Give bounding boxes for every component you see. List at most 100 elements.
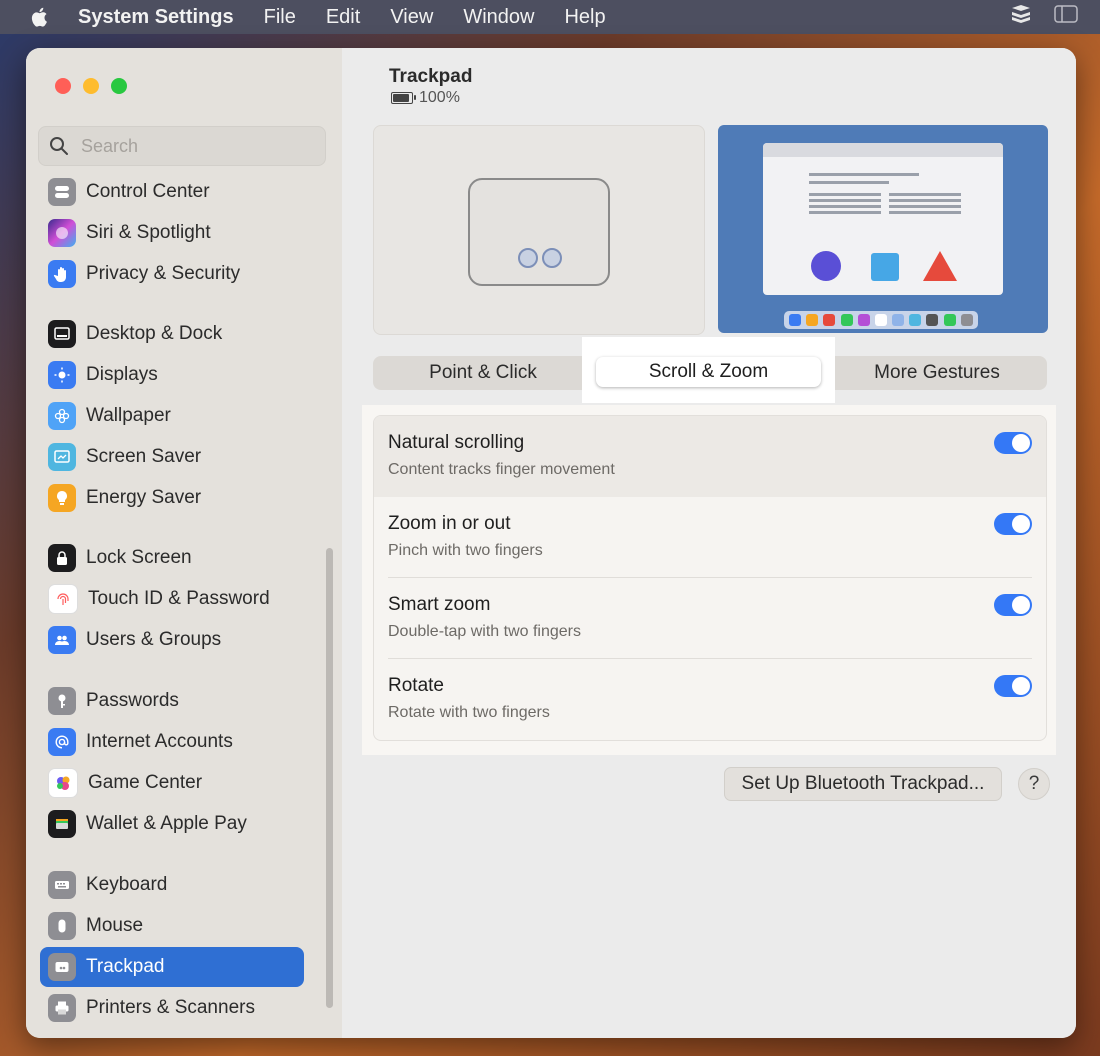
square-shape-icon bbox=[871, 253, 899, 281]
setting-title: Natural scrolling bbox=[388, 432, 525, 453]
sidebar-item-label: Wallet & Apple Pay bbox=[86, 813, 247, 834]
search-input[interactable] bbox=[79, 134, 303, 158]
users-icon bbox=[48, 626, 76, 654]
zoom-toggle[interactable] bbox=[994, 513, 1032, 535]
window-controls bbox=[55, 78, 127, 94]
minimize-window-button[interactable] bbox=[83, 78, 99, 94]
sidebar-item-users-groups[interactable]: Users & Groups bbox=[40, 620, 304, 660]
setting-row-smart-zoom: Smart zoom Double-tap with two fingers bbox=[374, 578, 1046, 659]
stack-icon[interactable] bbox=[1010, 4, 1032, 30]
zoom-window-button[interactable] bbox=[111, 78, 127, 94]
sidebar-item-game-center[interactable]: Game Center bbox=[40, 763, 304, 803]
sidebar-scrollbar[interactable] bbox=[326, 548, 333, 1008]
search-field[interactable] bbox=[38, 126, 326, 166]
sidebar-item-label: Lock Screen bbox=[86, 547, 192, 568]
mouse-icon bbox=[48, 912, 76, 940]
setting-title: Zoom in or out bbox=[388, 513, 511, 534]
close-window-button[interactable] bbox=[55, 78, 71, 94]
sidebar-item-lock-screen[interactable]: Lock Screen bbox=[40, 538, 304, 578]
sun-icon bbox=[48, 361, 76, 389]
sidebar-item-label: Wallpaper bbox=[86, 405, 171, 426]
sidebar-item-siri-spotlight[interactable]: Siri & Spotlight bbox=[40, 213, 304, 253]
sidebar-item-control-center[interactable]: Control Center bbox=[40, 172, 304, 212]
keyboard-icon bbox=[48, 871, 76, 899]
menu-window[interactable]: Window bbox=[463, 6, 534, 29]
circle-shape-icon bbox=[811, 251, 841, 281]
rotate-toggle[interactable] bbox=[994, 675, 1032, 697]
fingerprint-icon bbox=[48, 584, 78, 614]
tab-scroll-zoom[interactable]: Scroll & Zoom bbox=[596, 357, 821, 387]
game-center-icon bbox=[48, 768, 78, 798]
sidebar-item-wallet[interactable]: Wallet & Apple Pay bbox=[40, 804, 304, 844]
screen-saver-icon bbox=[48, 443, 76, 471]
bulb-icon bbox=[48, 484, 76, 512]
flower-icon bbox=[48, 402, 76, 430]
sidebar-item-label: Screen Saver bbox=[86, 446, 202, 467]
tab-more-gestures[interactable]: More Gestures bbox=[827, 356, 1047, 390]
setting-subtitle: Content tracks finger movement bbox=[388, 461, 615, 478]
printer-icon bbox=[48, 994, 76, 1022]
menu-app-name[interactable]: System Settings bbox=[78, 6, 234, 29]
sidebar-item-printers-scanners[interactable]: Printers & Scanners bbox=[40, 988, 304, 1028]
dock-icon bbox=[48, 320, 76, 348]
sidebar-item-mouse[interactable]: Mouse bbox=[40, 906, 304, 946]
settings-highlight: Natural scrolling Content tracks finger … bbox=[362, 405, 1056, 755]
menu-edit[interactable]: Edit bbox=[326, 6, 360, 29]
control-center-menu-icon[interactable] bbox=[1054, 5, 1078, 29]
triangle-shape-icon bbox=[923, 251, 957, 281]
setting-subtitle: Double-tap with two fingers bbox=[388, 623, 581, 640]
sidebar-item-label: Internet Accounts bbox=[86, 731, 233, 752]
sidebar-item-label: Siri & Spotlight bbox=[86, 222, 211, 243]
key-icon bbox=[48, 687, 76, 715]
sidebar-item-internet-accounts[interactable]: Internet Accounts bbox=[40, 722, 304, 762]
sidebar-item-passwords[interactable]: Passwords bbox=[40, 681, 304, 721]
menu-file[interactable]: File bbox=[264, 6, 296, 29]
screen-preview bbox=[718, 125, 1048, 333]
setting-title: Smart zoom bbox=[388, 594, 491, 615]
sidebar-item-label: Touch ID & Password bbox=[88, 588, 270, 609]
setting-row-natural-scrolling: Natural scrolling Content tracks finger … bbox=[374, 416, 1046, 497]
menu-view[interactable]: View bbox=[390, 6, 433, 29]
tab-point-click[interactable]: Point & Click bbox=[373, 356, 593, 390]
sidebar: Control Center Siri & Spotlight Privacy … bbox=[26, 48, 343, 1038]
sidebar-item-touch-id[interactable]: Touch ID & Password bbox=[40, 579, 304, 619]
dock-preview-icon bbox=[784, 311, 978, 329]
battery-icon bbox=[391, 92, 416, 104]
sidebar-item-label: Control Center bbox=[86, 181, 210, 202]
preview-window-icon bbox=[763, 143, 1003, 295]
sidebar-item-label: Desktop & Dock bbox=[86, 323, 223, 344]
apple-icon[interactable] bbox=[30, 6, 50, 28]
smart-zoom-toggle[interactable] bbox=[994, 594, 1032, 616]
sidebar-item-label: Keyboard bbox=[86, 874, 168, 895]
search-icon bbox=[49, 136, 69, 156]
sidebar-item-desktop-dock[interactable]: Desktop & Dock bbox=[40, 314, 304, 354]
battery-status: 100% bbox=[391, 89, 460, 107]
setting-row-zoom: Zoom in or out Pinch with two fingers bbox=[374, 497, 1046, 578]
menu-help[interactable]: Help bbox=[564, 6, 605, 29]
sidebar-item-energy-saver[interactable]: Energy Saver bbox=[40, 478, 304, 518]
sidebar-item-label: Displays bbox=[86, 364, 158, 385]
content-pane: Trackpad 100% Point & Click More Gesture… bbox=[342, 48, 1076, 1038]
sidebar-item-label: Printers & Scanners bbox=[86, 997, 255, 1018]
trackpad-icon bbox=[48, 953, 76, 981]
wallet-icon bbox=[48, 810, 76, 838]
sidebar-item-trackpad[interactable]: Trackpad bbox=[40, 947, 304, 987]
setting-subtitle: Rotate with two fingers bbox=[388, 704, 550, 721]
sidebar-item-displays[interactable]: Displays bbox=[40, 355, 304, 395]
sidebar-item-screen-saver[interactable]: Screen Saver bbox=[40, 437, 304, 477]
gesture-preview bbox=[373, 125, 705, 335]
sidebar-item-privacy-security[interactable]: Privacy & Security bbox=[40, 254, 304, 294]
menu-bar: System Settings File Edit View Window He… bbox=[0, 0, 1100, 34]
sidebar-item-keyboard[interactable]: Keyboard bbox=[40, 865, 304, 905]
setup-bluetooth-trackpad-button[interactable]: Set Up Bluetooth Trackpad... bbox=[724, 767, 1002, 801]
hand-icon bbox=[48, 260, 76, 288]
finger-dot-icon bbox=[542, 248, 562, 268]
setting-row-rotate: Rotate Rotate with two fingers bbox=[374, 659, 1046, 740]
help-button[interactable]: ? bbox=[1018, 768, 1050, 800]
sidebar-item-label: Privacy & Security bbox=[86, 263, 241, 284]
siri-icon bbox=[48, 219, 76, 247]
natural-scrolling-toggle[interactable] bbox=[994, 432, 1032, 454]
page-title: Trackpad bbox=[389, 66, 473, 87]
battery-level: 100% bbox=[419, 89, 460, 106]
sidebar-item-wallpaper[interactable]: Wallpaper bbox=[40, 396, 304, 436]
